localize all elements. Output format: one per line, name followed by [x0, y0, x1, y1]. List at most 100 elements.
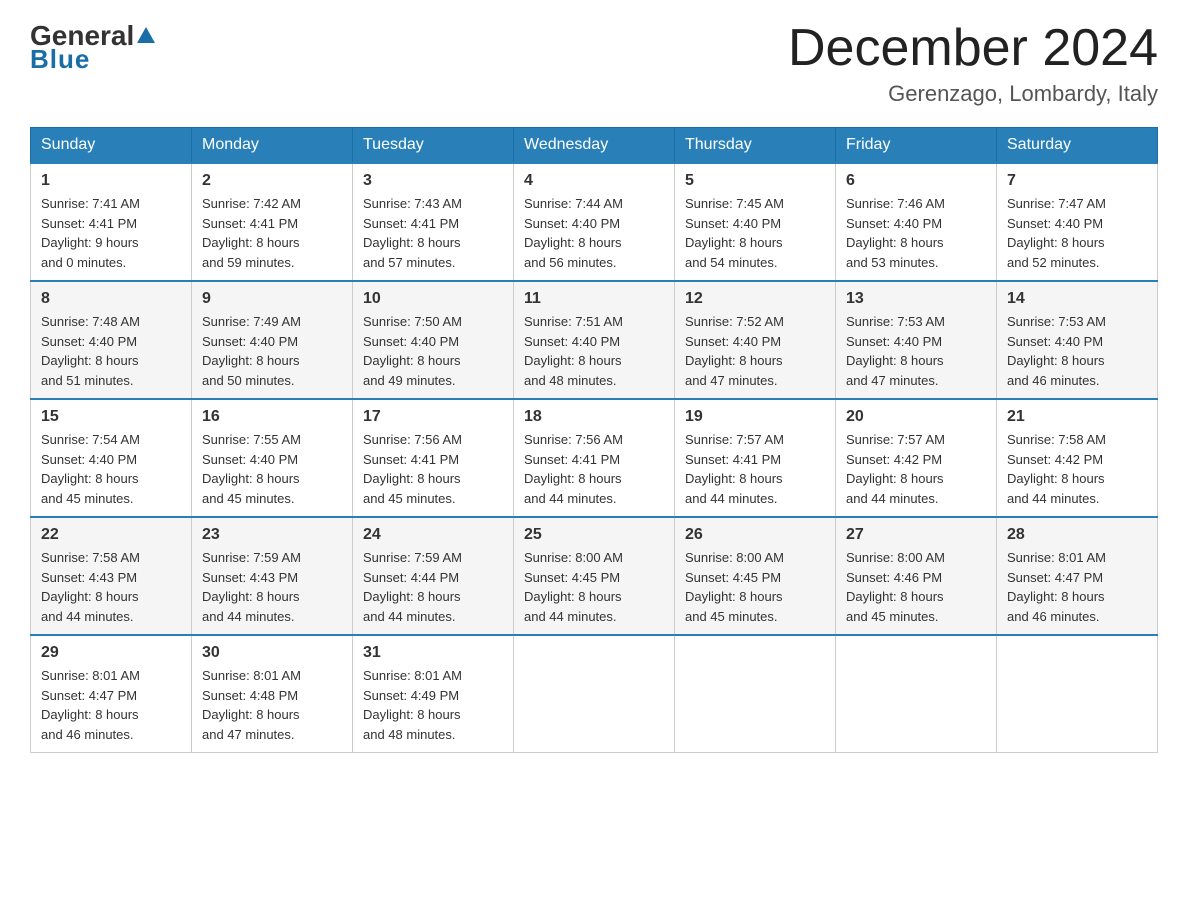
calendar-week-row: 29Sunrise: 8:01 AMSunset: 4:47 PMDayligh… — [31, 635, 1158, 753]
day-number: 13 — [846, 290, 986, 308]
table-row — [514, 635, 675, 753]
calendar-week-row: 8 Sunrise: 7:48 AMSunset: 4:40 PMDaylight… — [31, 281, 1158, 399]
day-info: Sunrise: 7:52 AMSunset: 4:40 PMDaylight:… — [685, 312, 825, 390]
header-thursday: Thursday — [675, 128, 836, 164]
day-number: 4 — [524, 172, 664, 190]
table-row: 14 Sunrise: 7:53 AMSunset: 4:40 PMDayligh… — [997, 281, 1158, 399]
calendar-week-row: 15 Sunrise: 7:54 AMSunset: 4:40 PMDayligh… — [31, 399, 1158, 517]
day-info: Sunrise: 7:53 AMSunset: 4:40 PMDaylight:… — [1007, 312, 1147, 390]
day-info: Sunrise: 8:01 AMSunset: 4:47 PMDaylight:… — [1007, 548, 1147, 626]
table-row — [675, 635, 836, 753]
title-area: December 2024 Gerenzago, Lombardy, Italy — [788, 20, 1158, 107]
day-info: Sunrise: 7:45 AMSunset: 4:40 PMDaylight:… — [685, 194, 825, 272]
table-row: 28 Sunrise: 8:01 AMSunset: 4:47 PMDayligh… — [997, 517, 1158, 635]
day-info: Sunrise: 7:58 AMSunset: 4:43 PMDaylight:… — [41, 548, 181, 626]
header-monday: Monday — [192, 128, 353, 164]
day-info: Sunrise: 8:01 AMSunset: 4:48 PMDaylight:… — [202, 666, 342, 744]
table-row: 21 Sunrise: 7:58 AMSunset: 4:42 PMDayligh… — [997, 399, 1158, 517]
header-wednesday: Wednesday — [514, 128, 675, 164]
calendar-week-row: 22 Sunrise: 7:58 AMSunset: 4:43 PMDayligh… — [31, 517, 1158, 635]
day-number: 19 — [685, 408, 825, 426]
day-info: Sunrise: 7:59 AMSunset: 4:43 PMDaylight:… — [202, 548, 342, 626]
table-row: 7 Sunrise: 7:47 AMSunset: 4:40 PMDaylight… — [997, 163, 1158, 281]
day-info: Sunrise: 7:57 AMSunset: 4:41 PMDaylight:… — [685, 430, 825, 508]
table-row: 24 Sunrise: 7:59 AMSunset: 4:44 PMDayligh… — [353, 517, 514, 635]
logo-blue-text: Blue — [30, 44, 90, 75]
table-row: 10 Sunrise: 7:50 AMSunset: 4:40 PMDayligh… — [353, 281, 514, 399]
calendar-table: Sunday Monday Tuesday Wednesday Thursday… — [30, 127, 1158, 753]
header-friday: Friday — [836, 128, 997, 164]
day-info: Sunrise: 7:59 AMSunset: 4:44 PMDaylight:… — [363, 548, 503, 626]
location-title: Gerenzago, Lombardy, Italy — [788, 81, 1158, 107]
day-info: Sunrise: 7:47 AMSunset: 4:40 PMDaylight:… — [1007, 194, 1147, 272]
calendar-week-row: 1Sunrise: 7:41 AMSunset: 4:41 PMDaylight… — [31, 163, 1158, 281]
day-number: 22 — [41, 526, 181, 544]
logo: General Blue — [30, 20, 158, 75]
day-number: 28 — [1007, 526, 1147, 544]
day-number: 7 — [1007, 172, 1147, 190]
table-row: 8 Sunrise: 7:48 AMSunset: 4:40 PMDaylight… — [31, 281, 192, 399]
day-info: Sunrise: 7:43 AMSunset: 4:41 PMDaylight:… — [363, 194, 503, 272]
day-number: 2 — [202, 172, 342, 190]
day-number: 12 — [685, 290, 825, 308]
day-info: Sunrise: 8:01 AMSunset: 4:49 PMDaylight:… — [363, 666, 503, 744]
day-number: 6 — [846, 172, 986, 190]
logo-triangle-icon — [135, 25, 157, 47]
table-row — [836, 635, 997, 753]
day-number: 26 — [685, 526, 825, 544]
day-number: 15 — [41, 408, 181, 426]
day-info: Sunrise: 8:00 AMSunset: 4:46 PMDaylight:… — [846, 548, 986, 626]
day-info: Sunrise: 7:44 AMSunset: 4:40 PMDaylight:… — [524, 194, 664, 272]
day-number: 31 — [363, 644, 503, 662]
day-info: Sunrise: 7:50 AMSunset: 4:40 PMDaylight:… — [363, 312, 503, 390]
table-row: 26 Sunrise: 8:00 AMSunset: 4:45 PMDayligh… — [675, 517, 836, 635]
day-number: 16 — [202, 408, 342, 426]
table-row: 25Sunrise: 8:00 AMSunset: 4:45 PMDayligh… — [514, 517, 675, 635]
day-number: 20 — [846, 408, 986, 426]
day-info: Sunrise: 7:53 AMSunset: 4:40 PMDaylight:… — [846, 312, 986, 390]
month-title: December 2024 — [788, 20, 1158, 77]
day-info: Sunrise: 7:58 AMSunset: 4:42 PMDaylight:… — [1007, 430, 1147, 508]
day-number: 24 — [363, 526, 503, 544]
table-row: 23 Sunrise: 7:59 AMSunset: 4:43 PMDayligh… — [192, 517, 353, 635]
table-row: 30 Sunrise: 8:01 AMSunset: 4:48 PMDayligh… — [192, 635, 353, 753]
day-info: Sunrise: 7:48 AMSunset: 4:40 PMDaylight:… — [41, 312, 181, 390]
day-info: Sunrise: 7:51 AMSunset: 4:40 PMDaylight:… — [524, 312, 664, 390]
day-number: 17 — [363, 408, 503, 426]
table-row: 18 Sunrise: 7:56 AMSunset: 4:41 PMDayligh… — [514, 399, 675, 517]
day-info: Sunrise: 7:54 AMSunset: 4:40 PMDaylight:… — [41, 430, 181, 508]
header-saturday: Saturday — [997, 128, 1158, 164]
table-row: 1Sunrise: 7:41 AMSunset: 4:41 PMDaylight… — [31, 163, 192, 281]
table-row: 16 Sunrise: 7:55 AMSunset: 4:40 PMDayligh… — [192, 399, 353, 517]
table-row: 15 Sunrise: 7:54 AMSunset: 4:40 PMDayligh… — [31, 399, 192, 517]
day-number: 25 — [524, 526, 664, 544]
day-number: 30 — [202, 644, 342, 662]
day-number: 29 — [41, 644, 181, 662]
day-number: 8 — [41, 290, 181, 308]
day-info: Sunrise: 7:56 AMSunset: 4:41 PMDaylight:… — [524, 430, 664, 508]
day-number: 9 — [202, 290, 342, 308]
table-row: 20 Sunrise: 7:57 AMSunset: 4:42 PMDayligh… — [836, 399, 997, 517]
table-row: 5 Sunrise: 7:45 AMSunset: 4:40 PMDaylight… — [675, 163, 836, 281]
table-row: 9 Sunrise: 7:49 AMSunset: 4:40 PMDaylight… — [192, 281, 353, 399]
table-row: 2 Sunrise: 7:42 AMSunset: 4:41 PMDaylight… — [192, 163, 353, 281]
day-info: Sunrise: 7:57 AMSunset: 4:42 PMDaylight:… — [846, 430, 986, 508]
day-number: 1 — [41, 172, 181, 190]
day-number: 21 — [1007, 408, 1147, 426]
day-number: 10 — [363, 290, 503, 308]
day-number: 14 — [1007, 290, 1147, 308]
header-sunday: Sunday — [31, 128, 192, 164]
day-info: Sunrise: 7:49 AMSunset: 4:40 PMDaylight:… — [202, 312, 342, 390]
day-number: 18 — [524, 408, 664, 426]
day-number: 23 — [202, 526, 342, 544]
table-row: 22 Sunrise: 7:58 AMSunset: 4:43 PMDayligh… — [31, 517, 192, 635]
table-row: 27 Sunrise: 8:00 AMSunset: 4:46 PMDayligh… — [836, 517, 997, 635]
day-number: 3 — [363, 172, 503, 190]
day-number: 5 — [685, 172, 825, 190]
day-number: 27 — [846, 526, 986, 544]
day-info: Sunrise: 7:55 AMSunset: 4:40 PMDaylight:… — [202, 430, 342, 508]
table-row: 11Sunrise: 7:51 AMSunset: 4:40 PMDayligh… — [514, 281, 675, 399]
day-info: Sunrise: 7:42 AMSunset: 4:41 PMDaylight:… — [202, 194, 342, 272]
day-info: Sunrise: 8:00 AMSunset: 4:45 PMDaylight:… — [685, 548, 825, 626]
day-info: Sunrise: 7:46 AMSunset: 4:40 PMDaylight:… — [846, 194, 986, 272]
